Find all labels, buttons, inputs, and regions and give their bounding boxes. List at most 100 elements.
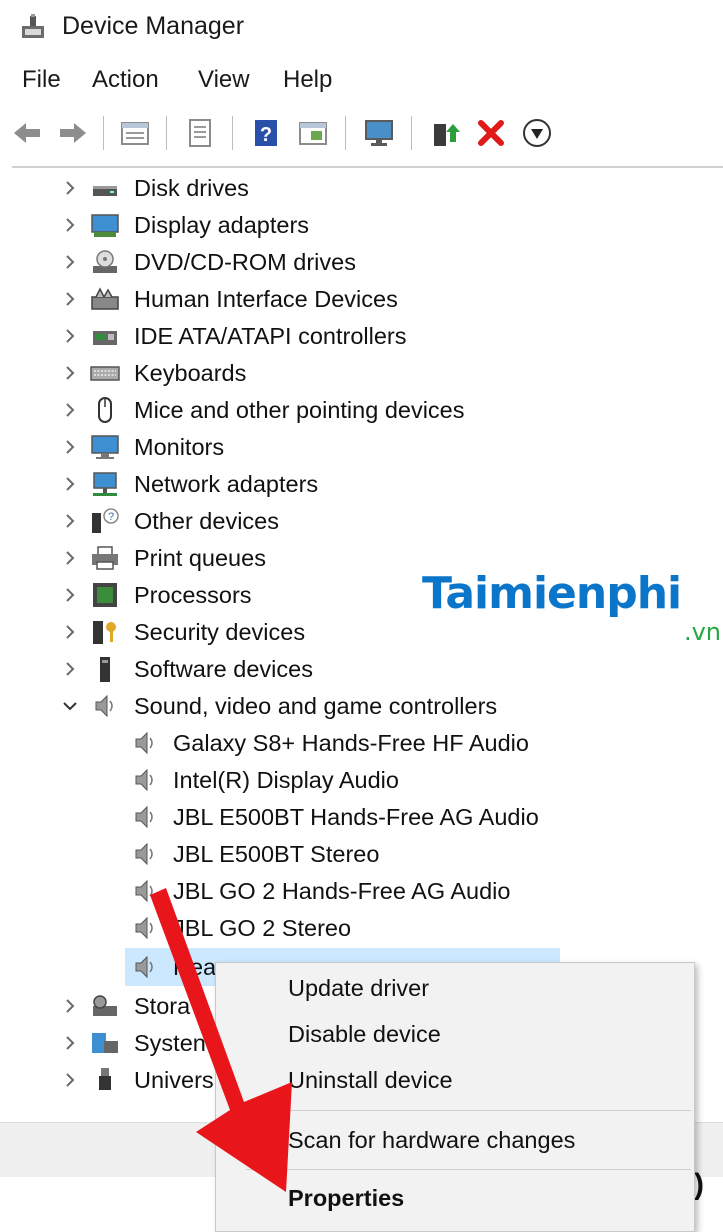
toolbar-separator bbox=[232, 116, 233, 150]
software-device-icon bbox=[100, 657, 110, 682]
speaker-icon bbox=[135, 768, 153, 792]
tree-node-label: Monitors bbox=[134, 434, 225, 460]
chevron-right-icon[interactable] bbox=[60, 651, 82, 687]
system-device-icon bbox=[92, 1033, 118, 1053]
chevron-right-icon[interactable] bbox=[60, 1062, 82, 1098]
speaker-icon bbox=[135, 842, 153, 866]
ide-controller-icon bbox=[93, 331, 117, 345]
monitor-icon bbox=[91, 435, 119, 459]
tree-node-label: Print queues bbox=[134, 545, 266, 571]
chevron-right-icon[interactable] bbox=[60, 466, 82, 502]
tree-node-label: Software devices bbox=[134, 656, 313, 682]
menu-item-disable-device[interactable]: Disable device bbox=[288, 1021, 441, 1048]
speaker-icon bbox=[135, 731, 153, 755]
title-bar: Device Manager bbox=[0, 0, 723, 56]
speaker-icon bbox=[135, 805, 153, 829]
tree-node-label: Univers bbox=[134, 1067, 214, 1093]
tree-node-label: Sound, video and game controllers bbox=[134, 693, 498, 719]
menu-help[interactable]: Help bbox=[283, 66, 332, 94]
monitor-icon[interactable] bbox=[362, 116, 396, 150]
tree-node-label: Display adapters bbox=[134, 212, 310, 238]
watermark-text: Taimienphi bbox=[422, 568, 682, 619]
tree-node-label: Stora bbox=[134, 993, 191, 1019]
properties-grid-icon[interactable] bbox=[118, 116, 152, 150]
toolbar-separator bbox=[411, 116, 412, 150]
tree-node-label: Galaxy S8+ Hands-Free HF Audio bbox=[173, 730, 529, 756]
chevron-right-icon[interactable] bbox=[60, 392, 82, 428]
toolbar-separator bbox=[103, 116, 104, 150]
chevron-right-icon[interactable] bbox=[60, 170, 82, 206]
chevron-right-icon[interactable] bbox=[60, 988, 82, 1024]
toolbar-separator bbox=[166, 116, 167, 150]
document-icon[interactable] bbox=[183, 116, 217, 150]
security-device-icon bbox=[93, 621, 116, 644]
chevron-right-icon[interactable] bbox=[60, 577, 82, 613]
storage-icon bbox=[93, 995, 117, 1016]
svg-text:?: ? bbox=[108, 511, 114, 523]
tree-node-label: JBL E500BT Hands-Free AG Audio bbox=[173, 804, 539, 830]
menu-separator bbox=[246, 1169, 691, 1170]
tree-node-label: Intel(R) Display Audio bbox=[173, 767, 399, 793]
tree-node-label: JBL E500BT Stereo bbox=[173, 841, 380, 867]
tree-node-label: Processors bbox=[134, 582, 252, 608]
chevron-right-icon[interactable] bbox=[60, 503, 82, 539]
tree-node-label: Mice and other pointing devices bbox=[134, 397, 465, 423]
network-adapter-icon bbox=[93, 472, 117, 496]
processor-icon bbox=[93, 583, 117, 607]
speaker-icon bbox=[135, 916, 153, 940]
usb-icon bbox=[99, 1068, 111, 1090]
tree-node-label: Security devices bbox=[134, 619, 306, 645]
watermark-logo: Taimienphi .vn bbox=[412, 560, 723, 650]
chevron-right-icon[interactable] bbox=[60, 1025, 82, 1061]
chevron-right-icon[interactable] bbox=[60, 429, 82, 465]
speaker-icon bbox=[95, 694, 113, 718]
chevron-right-icon[interactable] bbox=[60, 281, 82, 317]
toolbar-separator bbox=[345, 116, 346, 150]
other-devices-icon: ? bbox=[92, 508, 119, 533]
view-icon[interactable] bbox=[296, 116, 330, 150]
help-icon[interactable]: ? bbox=[249, 116, 283, 150]
menu-item-scan-hardware[interactable]: Scan for hardware changes bbox=[288, 1127, 575, 1154]
toolbar: ? bbox=[0, 110, 723, 156]
tree-node-label: DVD/CD-ROM drives bbox=[134, 249, 356, 275]
chevron-right-icon[interactable] bbox=[60, 540, 82, 576]
window-title: Device Manager bbox=[62, 12, 245, 40]
tree-node-label: Systen bbox=[134, 1030, 206, 1056]
chevron-right-icon[interactable] bbox=[60, 318, 82, 354]
printer-icon bbox=[92, 546, 118, 570]
tree-node-label: JBL GO 2 Hands-Free AG Audio bbox=[173, 878, 511, 904]
menu-separator bbox=[246, 1110, 691, 1111]
chevron-right-icon[interactable] bbox=[60, 614, 82, 650]
menu-item-uninstall-device[interactable]: Uninstall device bbox=[288, 1067, 453, 1094]
clipped-text-fragment: ) bbox=[694, 1168, 704, 1201]
tree-node-label: Network adapters bbox=[134, 471, 319, 497]
mouse-icon bbox=[98, 397, 112, 423]
download-icon[interactable] bbox=[520, 116, 554, 150]
keyboard-icon bbox=[90, 366, 120, 381]
chevron-right-icon[interactable] bbox=[60, 207, 82, 243]
speaker-icon bbox=[135, 879, 153, 903]
context-menu: Update driver Disable device Uninstall d… bbox=[215, 962, 695, 1232]
tree-node-label: Keyboards bbox=[134, 360, 247, 386]
forward-arrow-icon[interactable] bbox=[56, 116, 90, 150]
menu-item-update-driver[interactable]: Update driver bbox=[288, 975, 429, 1002]
chevron-right-icon[interactable] bbox=[60, 355, 82, 391]
back-arrow-icon[interactable] bbox=[10, 116, 44, 150]
menu-view[interactable]: View bbox=[198, 66, 250, 94]
disk-drive-icon bbox=[93, 186, 117, 196]
chevron-down-icon[interactable] bbox=[60, 688, 82, 724]
watermark-domain: .vn bbox=[683, 618, 721, 646]
update-driver-icon[interactable] bbox=[428, 116, 462, 150]
menu-bar: File Action View Help bbox=[0, 62, 723, 102]
tree-node-label: Human Interface Devices bbox=[134, 286, 398, 312]
menu-action[interactable]: Action bbox=[92, 66, 159, 94]
tree-node-label: Disk drives bbox=[134, 175, 249, 201]
display-adapter-icon bbox=[91, 214, 119, 237]
chevron-right-icon[interactable] bbox=[60, 244, 82, 280]
menu-file[interactable]: File bbox=[22, 66, 61, 94]
menu-item-properties[interactable]: Properties bbox=[288, 1185, 404, 1212]
remove-icon[interactable] bbox=[474, 116, 508, 150]
svg-text:?: ? bbox=[260, 124, 272, 146]
tree-node-label: IDE ATA/ATAPI controllers bbox=[134, 323, 407, 349]
speaker-icon bbox=[135, 955, 153, 979]
